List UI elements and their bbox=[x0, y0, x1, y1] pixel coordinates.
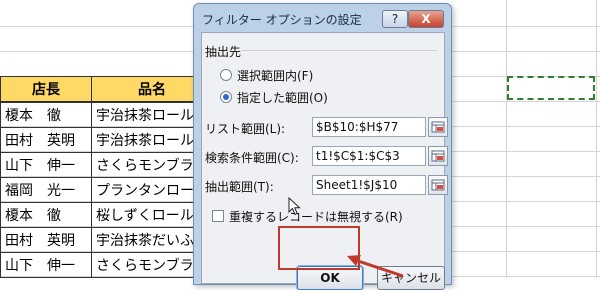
gridline bbox=[596, 0, 597, 278]
dialog-titlebar[interactable]: フィルター オプションの設定 ? X bbox=[194, 4, 451, 32]
radio-copy-to[interactable] bbox=[220, 91, 232, 103]
data-table: 店長 品名 榎本 徹 宇治抹茶ロール 田村 英明 宇治抹茶ロール 山下 伸一 さ… bbox=[0, 76, 213, 278]
table-cell[interactable]: 福岡 光一 bbox=[0, 177, 92, 203]
list-range-input[interactable]: $B$10:$H$77 bbox=[312, 117, 426, 137]
red-arrow-icon bbox=[347, 255, 404, 278]
radio-in-place[interactable] bbox=[220, 69, 232, 81]
copy-to-collapse-button[interactable] bbox=[428, 175, 448, 195]
table-cell[interactable]: 榎本 徹 bbox=[0, 202, 92, 228]
criteria-range-input[interactable]: t1!$C$1:$C$3 bbox=[312, 146, 426, 166]
table-row: 田村 英明 宇治抹茶だいふく bbox=[0, 227, 213, 253]
table-cell[interactable]: 榎本 徹 bbox=[0, 101, 92, 128]
radio-in-place-label[interactable]: 選択範囲内(F) bbox=[237, 67, 313, 84]
unique-records-label[interactable]: 重複するレコードは無視する(R) bbox=[229, 208, 403, 225]
mouse-cursor-icon bbox=[288, 197, 301, 216]
copy-to-input[interactable]: Sheet1!$J$10 bbox=[312, 175, 426, 195]
gridline bbox=[506, 0, 507, 278]
column-header-manager[interactable]: 店長 bbox=[0, 76, 92, 103]
table-cell[interactable]: 田村 英明 bbox=[0, 127, 92, 153]
range-select-icon bbox=[431, 150, 445, 162]
range-select-icon bbox=[431, 121, 445, 133]
table-row: 山下 伸一 さくらモンブラン bbox=[0, 152, 213, 178]
table-row: 山下 伸一 さくらモンブラン bbox=[0, 252, 213, 278]
table-row: 榎本 徹 桜しずくロール bbox=[0, 202, 213, 228]
list-range-label: リスト範囲(L): bbox=[205, 122, 286, 136]
table-cell[interactable]: 田村 英明 bbox=[0, 227, 92, 253]
table-cell[interactable]: 山下 伸一 bbox=[0, 252, 92, 278]
criteria-range-collapse-button[interactable] bbox=[428, 146, 448, 166]
table-row: 田村 英明 宇治抹茶ロール bbox=[0, 127, 213, 153]
close-button[interactable]: X bbox=[408, 10, 444, 28]
range-select-icon bbox=[431, 179, 445, 191]
header-row: 店長 品名 bbox=[0, 76, 213, 103]
table-row: 榎本 徹 宇治抹茶ロール bbox=[0, 101, 213, 128]
section-divider bbox=[242, 50, 437, 51]
list-range-collapse-button[interactable] bbox=[428, 117, 448, 137]
radio-copy-to-label[interactable]: 指定した範囲(O) bbox=[237, 89, 328, 106]
copy-to-label: 抽出範囲(T): bbox=[205, 180, 274, 194]
criteria-range-label: 検索条件範囲(C): bbox=[205, 151, 299, 165]
copy-marquee-cell[interactable] bbox=[507, 76, 595, 100]
help-button[interactable]: ? bbox=[382, 10, 408, 28]
section-label: 抽出先 bbox=[205, 45, 242, 59]
dialog-title: フィルター オプションの設定 bbox=[202, 13, 362, 27]
table-cell[interactable]: 山下 伸一 bbox=[0, 152, 92, 178]
unique-records-checkbox[interactable] bbox=[212, 210, 224, 222]
table-row: 福岡 光一 プランタンロール bbox=[0, 177, 213, 203]
